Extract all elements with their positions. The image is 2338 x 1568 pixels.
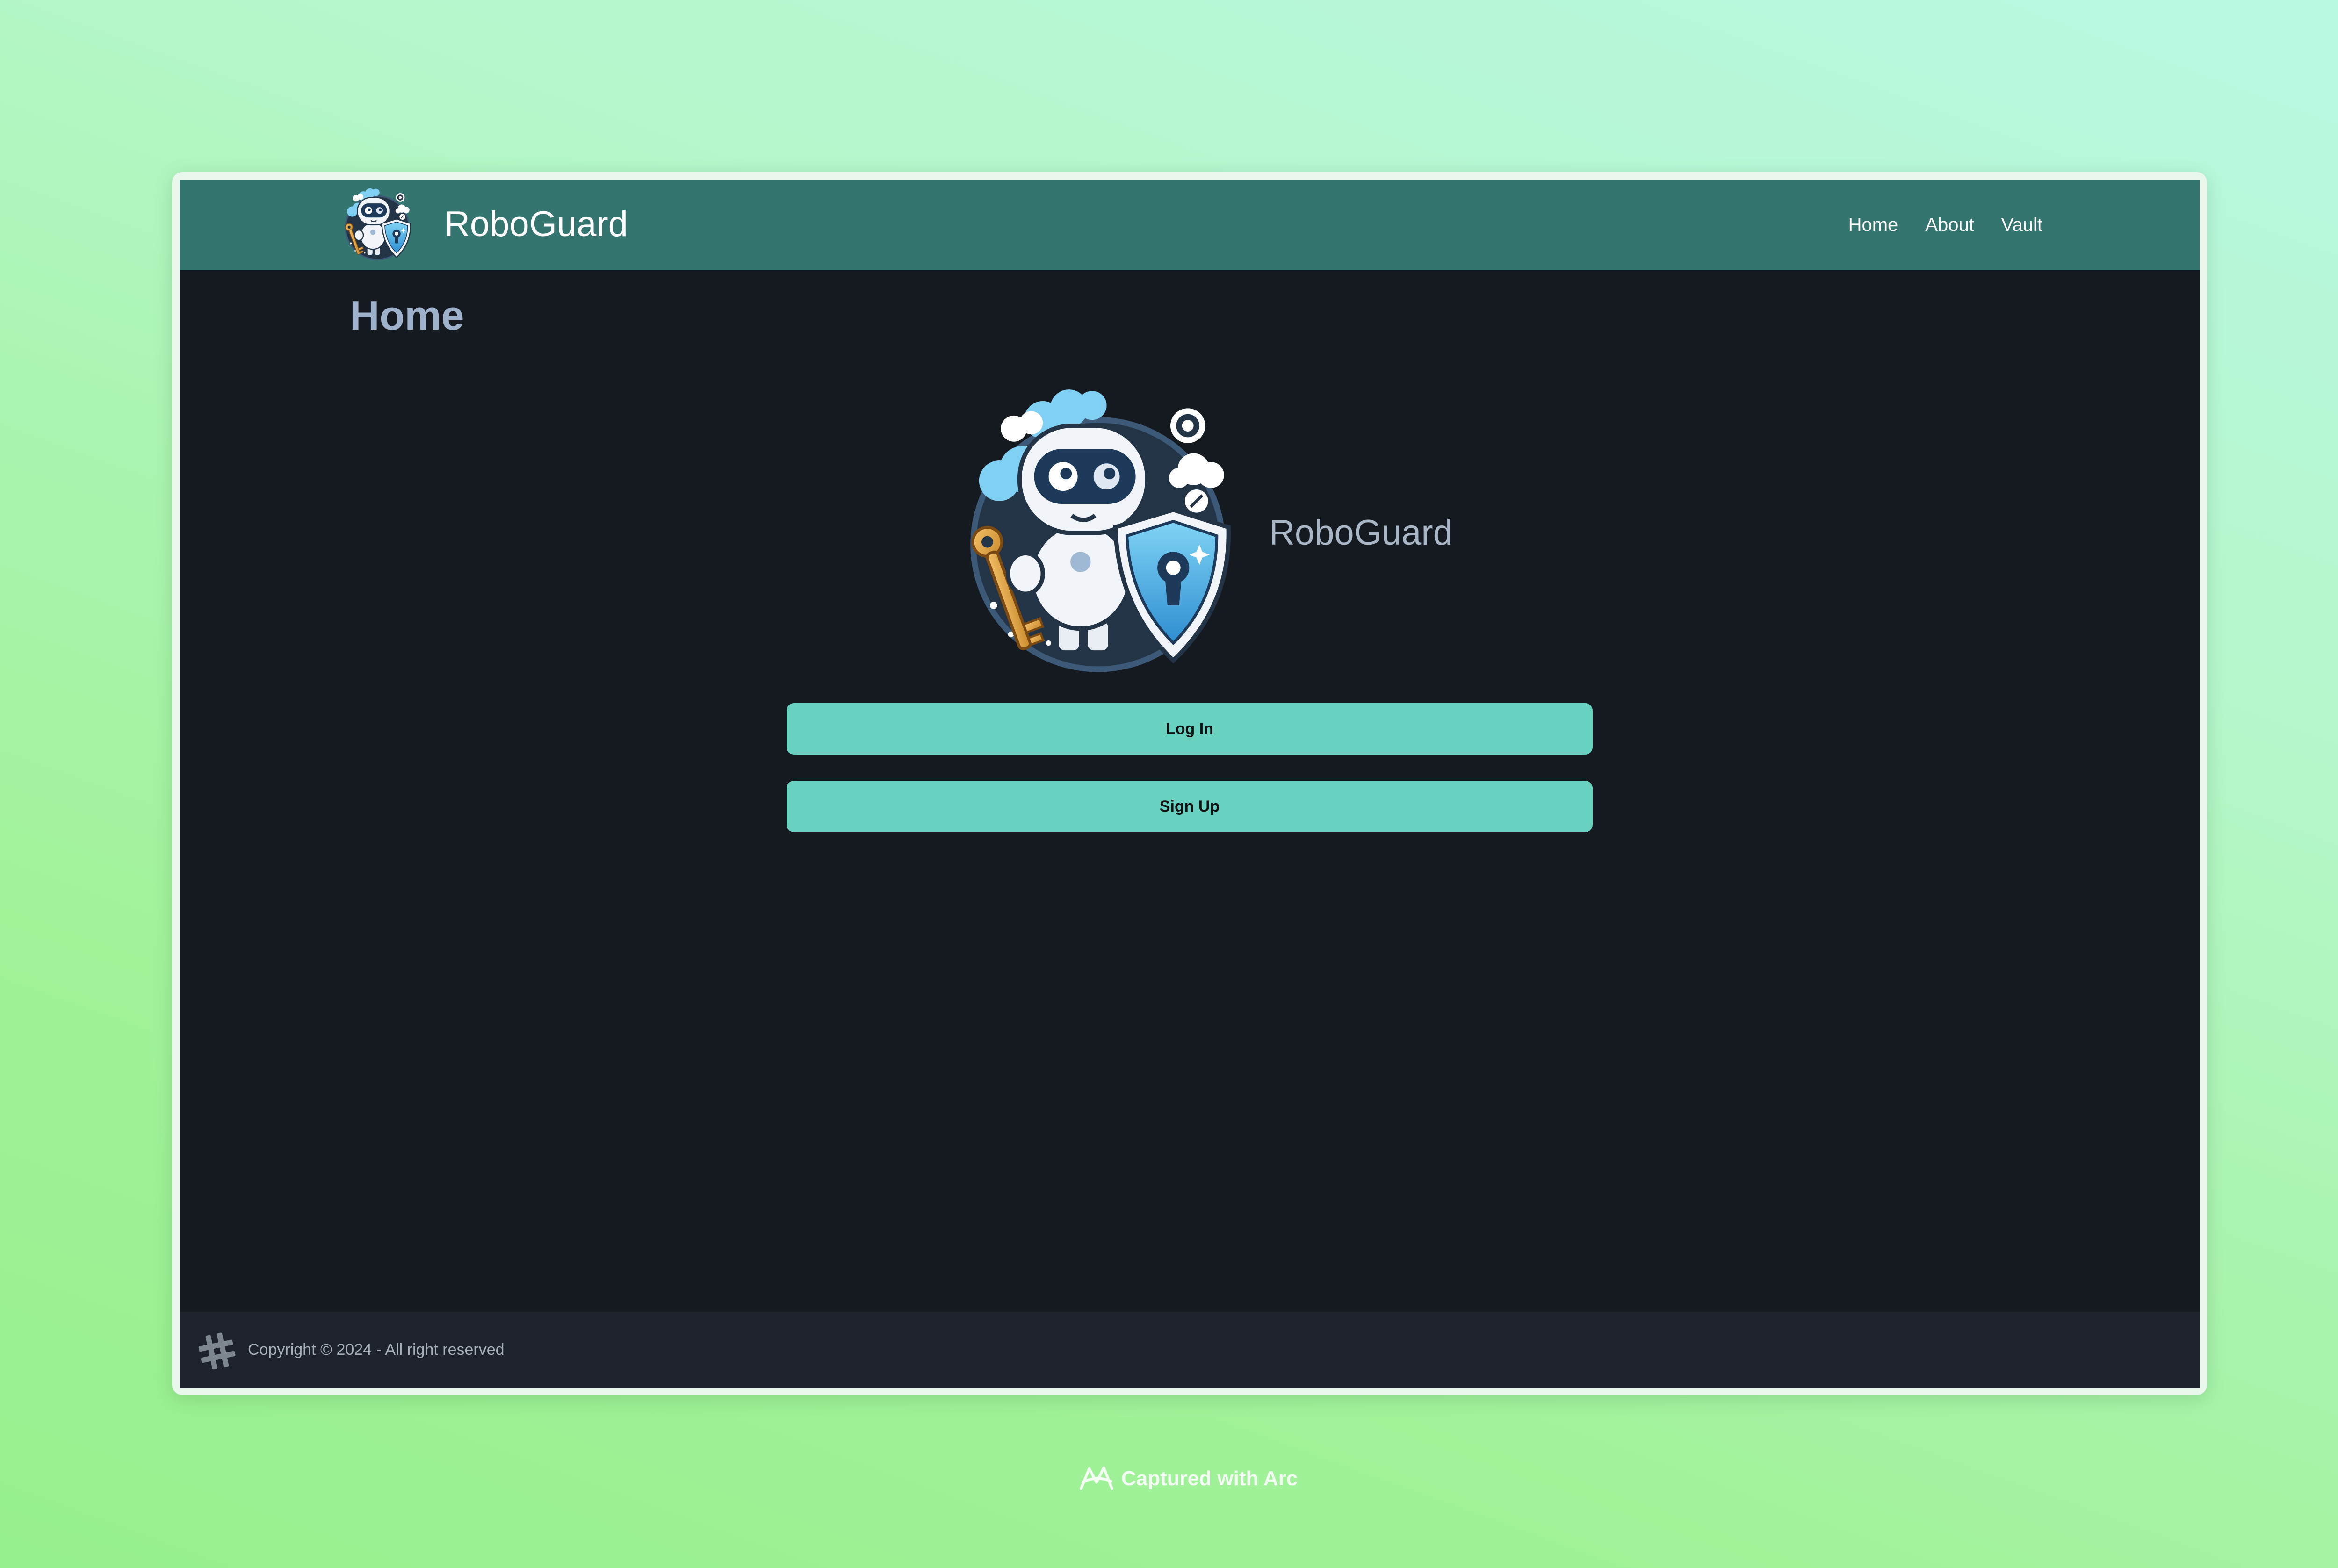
nav-link-vault[interactable]: Vault [2001,215,2042,236]
nav-link-home[interactable]: Home [1848,215,1898,236]
page-title: Home [350,292,464,338]
robot-shield-key-logo-icon [948,388,1248,678]
page-viewport: RoboGuard Home About Vault Home RoboGuar… [180,180,2200,1388]
signup-button[interactable]: Sign Up [787,781,1593,832]
capture-watermark: Captured with Arc [1078,1462,1298,1495]
arc-logo-icon [1079,1466,1114,1490]
nav-links: Home About Vault [1848,180,2042,270]
footer: Copyright © 2024 - All right reserved [180,1312,2200,1388]
brand-name[interactable]: RoboGuard [444,201,628,248]
nav-link-about[interactable]: About [1925,215,1974,236]
hashtag-icon [198,1332,236,1370]
capture-text: Captured with Arc [1121,1467,1298,1490]
hero-brand-name: RoboGuard [1269,513,1453,553]
copyright-text: Copyright © 2024 - All right reserved [248,1341,505,1359]
login-button[interactable]: Log In [787,703,1593,755]
robot-shield-logo-icon[interactable] [340,188,414,262]
navbar: RoboGuard Home About Vault [180,180,2200,270]
